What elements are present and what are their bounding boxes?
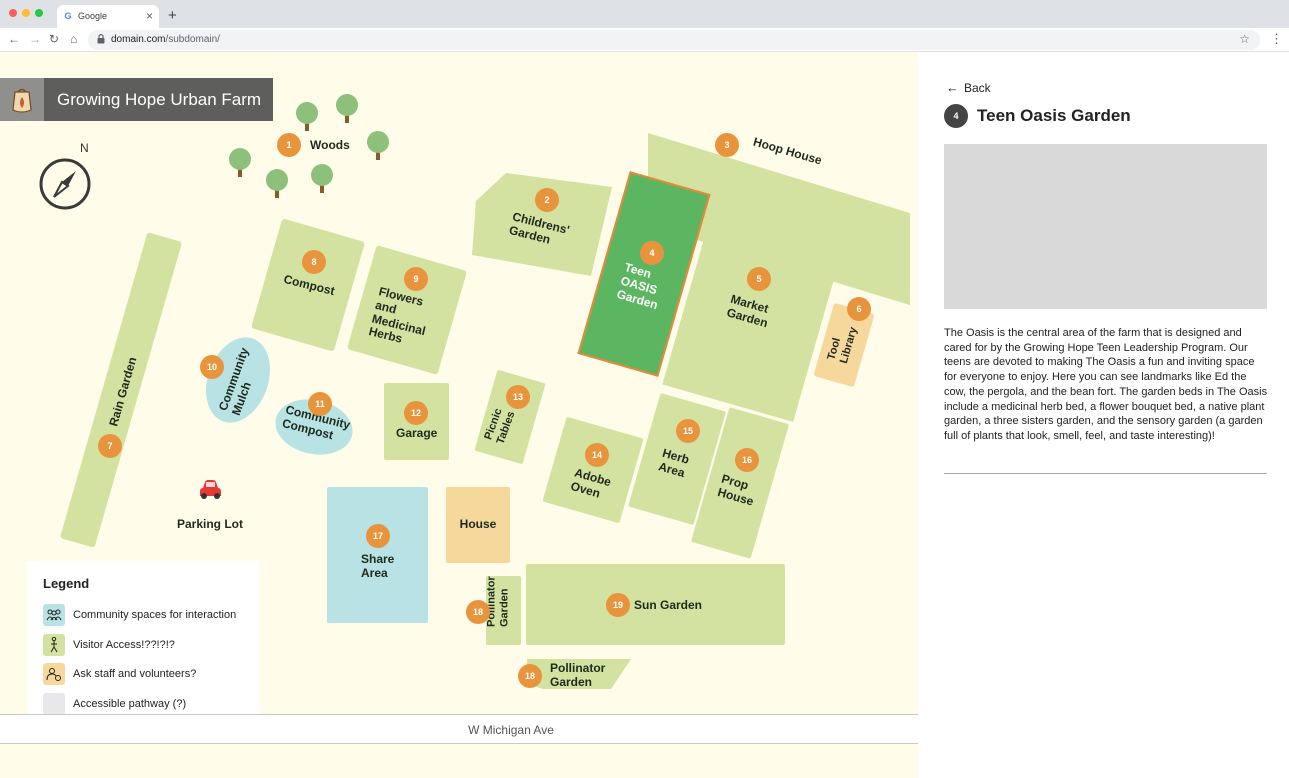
garden-description: The Oasis is the central area of the far… xyxy=(944,327,1268,442)
farm-map: Growing Hope Urban Farm N 1 Woods House … xyxy=(0,53,918,778)
tree-icon xyxy=(266,169,288,198)
marker-garage[interactable]: 12 xyxy=(404,401,428,425)
map-title: Growing Hope Urban Farm xyxy=(57,90,262,109)
plot-label-pollinator-vertical: Pollinator Garden xyxy=(485,576,511,628)
marker-share-area[interactable]: 17 xyxy=(366,524,390,548)
browser-tabstrip: G Google × + xyxy=(0,0,1289,28)
marker-market-garden[interactable]: 5 xyxy=(747,267,771,291)
tree-icon xyxy=(229,148,251,177)
close-window-button[interactable] xyxy=(9,9,17,17)
pathway-swatch xyxy=(43,693,65,715)
url-domain: domain.com xyxy=(111,34,166,45)
back-arrow-icon[interactable]: ← xyxy=(8,32,20,46)
street: W Michigan Ave xyxy=(0,714,918,744)
tree-icon xyxy=(296,102,318,131)
legend-text: Visitor Access!??!?!? xyxy=(73,639,175,651)
compass-north-label: N xyxy=(80,141,89,155)
google-favicon-icon: G xyxy=(64,11,72,21)
lock-icon xyxy=(97,34,105,44)
marker-sun-garden[interactable]: 19 xyxy=(606,593,630,617)
garden-image-placeholder xyxy=(944,144,1267,309)
tab-title: Google xyxy=(78,11,108,21)
marker-compost[interactable]: 8 xyxy=(302,250,326,274)
street-label: W Michigan Ave xyxy=(468,723,554,737)
legend-title: Legend xyxy=(43,576,90,591)
marker-pollinator-lower[interactable]: 18 xyxy=(518,664,542,688)
seed-bag-icon xyxy=(12,88,32,113)
plot-label-pollinator-lower: Pollinator Garden xyxy=(550,661,606,689)
farm-logo xyxy=(0,78,44,121)
marker-tool-library[interactable]: 6 xyxy=(847,297,871,321)
legend-text: Accessible pathway (?) xyxy=(73,698,187,710)
plot-label-woods[interactable]: Woods xyxy=(310,138,350,152)
plot-label-share-area: Share Area xyxy=(361,552,395,580)
map-legend: Legend Community spaces for interaction … xyxy=(27,561,259,716)
bookmark-star-icon[interactable]: ☆ xyxy=(1239,32,1250,46)
marker-woods[interactable]: 1 xyxy=(277,133,301,157)
plot-label-hoop-house: Hoop House xyxy=(751,134,824,168)
legend-text: Community spaces for interaction xyxy=(73,609,237,621)
forward-arrow-icon[interactable]: → xyxy=(29,32,41,46)
legend-item-visitor-access: Visitor Access!??!?!? xyxy=(43,634,175,656)
browser-tab[interactable]: G Google × xyxy=(57,5,159,28)
new-tab-button[interactable]: + xyxy=(168,7,177,24)
home-icon[interactable]: ⌂ xyxy=(70,32,77,46)
marker-community-mulch[interactable]: 10 xyxy=(200,355,224,379)
tree-icon xyxy=(311,164,333,193)
compass-icon xyxy=(39,158,91,210)
minimize-window-button[interactable] xyxy=(22,9,30,17)
marker-teen-oasis[interactable]: 4 xyxy=(640,241,664,265)
divider xyxy=(944,473,1267,474)
parking-lot-label[interactable]: Parking Lot xyxy=(177,517,243,531)
legend-item-accessible-pathway: Accessible pathway (?) xyxy=(43,693,186,715)
plot-number-badge: 4 xyxy=(944,104,968,128)
browser-toolbar: ← → ↻ ⌂ domain.com/subdomain/ ☆ xyxy=(0,28,1289,52)
back-button[interactable]: ← Back xyxy=(946,80,991,95)
walking-person-icon xyxy=(43,634,65,656)
marker-adobe-oven[interactable]: 14 xyxy=(585,443,609,467)
back-arrow-icon: ← xyxy=(946,80,959,95)
marker-pollinator-vertical[interactable]: 18 xyxy=(466,600,490,624)
browser-menu-icon[interactable]: ⋮ xyxy=(1270,31,1283,47)
car-icon xyxy=(200,480,221,499)
legend-item-ask-staff: Ask staff and volunteers? xyxy=(43,663,196,685)
legend-item-community-spaces: Community spaces for interaction xyxy=(43,604,236,626)
url-text: domain.com/subdomain/ xyxy=(111,34,220,45)
marker-hoop-house[interactable]: 3 xyxy=(715,133,739,157)
reload-icon[interactable]: ↻ xyxy=(49,32,59,46)
person-gear-icon xyxy=(43,663,65,685)
marker-rain-garden[interactable]: 7 xyxy=(98,434,122,458)
plot-house[interactable]: House xyxy=(446,487,510,563)
detail-panel: ← Back 4 Teen Oasis Garden The Oasis is … xyxy=(918,53,1289,778)
legend-text: Ask staff and volunteers? xyxy=(73,668,197,680)
plot-label-sun-garden: Sun Garden xyxy=(634,598,703,612)
marker-herb-area[interactable]: 15 xyxy=(676,419,700,443)
map-header: Growing Hope Urban Farm xyxy=(0,78,273,121)
plot-label-house: House xyxy=(459,517,497,532)
tab-close-icon[interactable]: × xyxy=(146,9,153,23)
maximize-window-button[interactable] xyxy=(35,9,43,17)
back-label: Back xyxy=(964,80,991,95)
people-icon xyxy=(43,604,65,626)
marker-flowers[interactable]: 9 xyxy=(404,267,428,291)
plot-label-garage: Garage xyxy=(396,426,438,440)
marker-childrens-garden[interactable]: 2 xyxy=(535,188,559,212)
tree-icon xyxy=(336,94,358,123)
url-path: /subdomain/ xyxy=(165,34,220,45)
address-bar[interactable]: domain.com/subdomain/ ☆ xyxy=(88,30,1260,50)
tree-icon xyxy=(367,131,389,160)
panel-title: Teen Oasis Garden xyxy=(977,106,1131,125)
marker-prop-house[interactable]: 16 xyxy=(735,448,759,472)
marker-community-compost[interactable]: 11 xyxy=(308,392,332,416)
marker-picnic-tables[interactable]: 13 xyxy=(506,385,530,409)
